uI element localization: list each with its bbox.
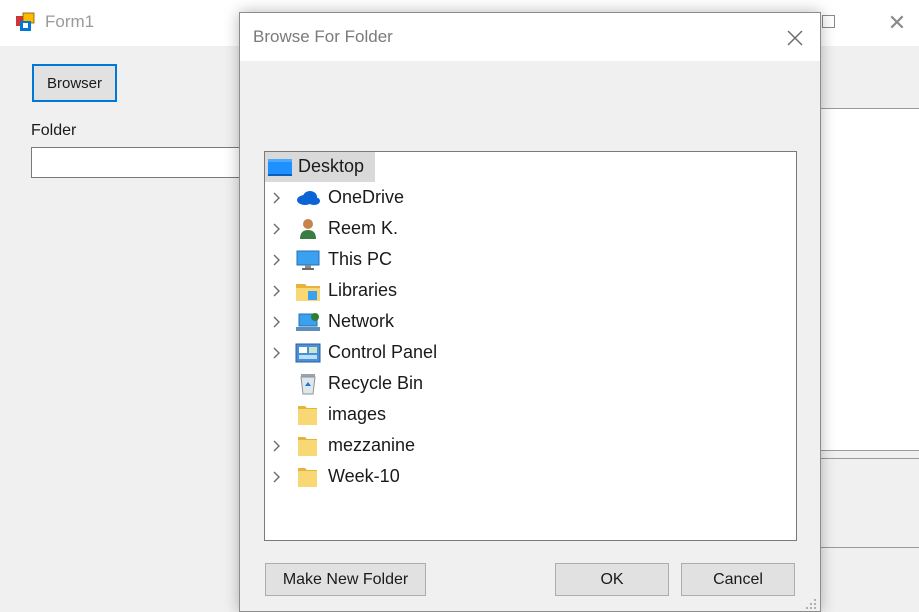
- tree-item-label: This PC: [328, 249, 393, 269]
- tree-item-label: OneDrive: [328, 187, 405, 207]
- chevron-right-icon[interactable]: [271, 470, 283, 484]
- browse-for-folder-dialog: Browse For Folder Desktop OneDrive Reem …: [239, 12, 821, 612]
- make-new-folder-button[interactable]: Make New Folder: [265, 563, 426, 596]
- dialog-title: Browse For Folder: [253, 27, 393, 46]
- chevron-right-icon[interactable]: [271, 315, 283, 329]
- browser-button[interactable]: Browser: [32, 64, 117, 102]
- form1-lower-panel: [820, 458, 919, 548]
- tree-item-label: images: [328, 404, 387, 424]
- chevron-right-icon[interactable]: [271, 346, 283, 360]
- onedrive-cloud-icon: [297, 191, 320, 205]
- tree-item-desktop[interactable]: Desktop: [265, 152, 796, 182]
- tree-item-control-panel[interactable]: Control Panel: [265, 338, 796, 368]
- tree-item-label: Control Panel: [328, 342, 438, 362]
- tree-item-libraries[interactable]: Libraries: [265, 276, 796, 306]
- chevron-right-icon[interactable]: [271, 439, 283, 453]
- cancel-button[interactable]: Cancel: [681, 563, 795, 596]
- tree-item-label: Network: [328, 311, 395, 331]
- tree-item-label: Week-10: [328, 466, 400, 486]
- tree-item-images[interactable]: images: [265, 400, 796, 430]
- chevron-right-icon[interactable]: [271, 253, 283, 267]
- folder-tree[interactable]: Desktop OneDrive Reem K. This PC Librari…: [264, 151, 797, 541]
- folder-icon: [298, 406, 317, 425]
- dialog-titlebar: Browse For Folder: [240, 13, 820, 61]
- maximize-icon[interactable]: [822, 15, 835, 28]
- form1-content-panel: [820, 108, 919, 451]
- chevron-right-icon[interactable]: [271, 191, 283, 205]
- libraries-folder-icon: [296, 284, 320, 301]
- folder-icon: [298, 437, 317, 456]
- app-icon: [16, 12, 35, 31]
- this-pc-monitor-icon: [296, 250, 320, 270]
- tree-item-this-pc[interactable]: This PC: [265, 245, 796, 275]
- tree-item-label: mezzanine: [328, 435, 416, 455]
- tree-item-label: Desktop: [298, 156, 365, 176]
- control-panel-icon: [295, 343, 321, 363]
- folder-icon: [298, 468, 317, 487]
- close-icon[interactable]: ✕: [884, 10, 910, 36]
- tree-item-label: Libraries: [328, 280, 398, 300]
- tree-item-mezzanine[interactable]: mezzanine: [265, 431, 796, 461]
- dialog-close-icon[interactable]: [780, 23, 810, 53]
- tree-item-label: Recycle Bin: [328, 373, 424, 393]
- resize-grip-icon[interactable]: [805, 598, 817, 610]
- user-icon: [300, 219, 316, 239]
- desktop-icon: [268, 159, 292, 176]
- tree-item-week-10[interactable]: Week-10: [265, 462, 796, 492]
- chevron-right-icon[interactable]: [271, 284, 283, 298]
- tree-item-network[interactable]: Network: [265, 307, 796, 337]
- tree-item-label: Reem K.: [328, 218, 399, 238]
- folder-label: Folder: [31, 122, 77, 139]
- tree-item-recycle-bin[interactable]: Recycle Bin: [265, 369, 796, 399]
- tree-item-onedrive[interactable]: OneDrive: [265, 183, 796, 213]
- tree-item-user[interactable]: Reem K.: [265, 214, 796, 244]
- recycle-bin-icon: [300, 374, 316, 395]
- folder-field[interactable]: [31, 147, 243, 178]
- network-icon: [296, 313, 320, 331]
- form1-title: Form1: [45, 12, 95, 31]
- ok-button[interactable]: OK: [555, 563, 669, 596]
- chevron-right-icon[interactable]: [271, 222, 283, 236]
